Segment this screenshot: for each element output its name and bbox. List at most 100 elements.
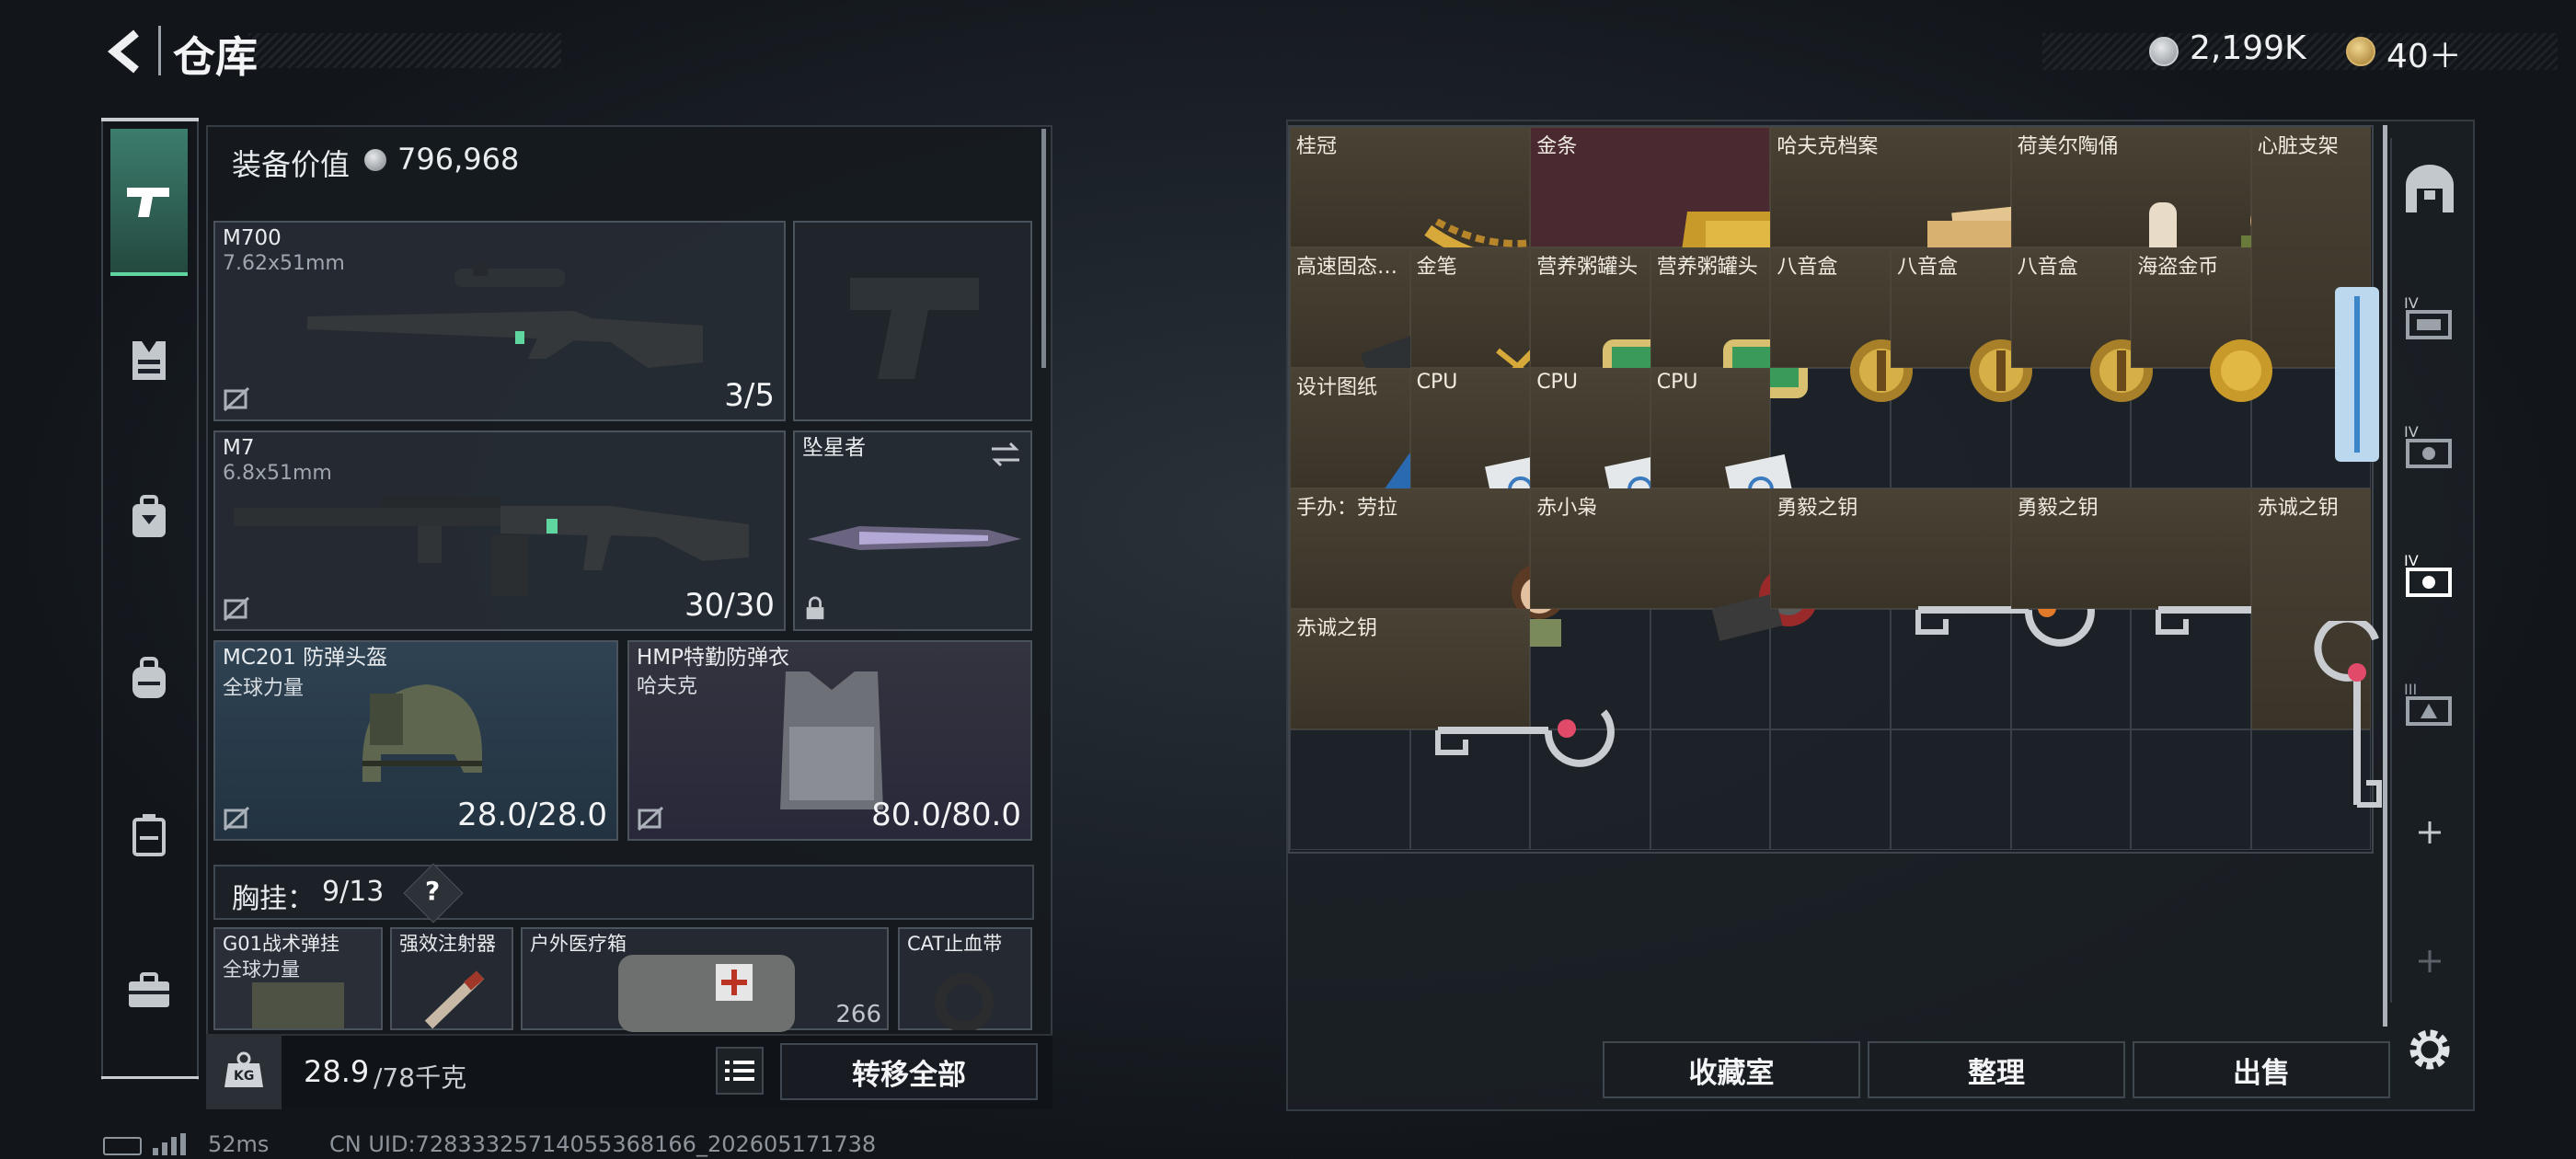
storage-scrollbar[interactable] — [2383, 125, 2387, 1027]
add-storage-button-disabled — [2392, 929, 2467, 993]
storage-item-gold-bar[interactable]: 金条 — [1530, 127, 1844, 276]
tab-armor[interactable] — [110, 327, 188, 395]
list-icon — [725, 1061, 754, 1081]
storage-item-cpu[interactable]: CPU — [1650, 368, 1798, 525]
storage-item-music-box[interactable]: 八音盒 — [1770, 247, 1913, 402]
grid-cell[interactable] — [1650, 729, 1771, 850]
gear-icon — [2409, 1029, 2450, 1070]
sell-button[interactable]: 出售 — [2133, 1041, 2390, 1098]
item-label: CPU — [1536, 371, 1578, 394]
storage-tab-home[interactable] — [2392, 156, 2467, 221]
primary-weapon-slot-1[interactable]: M700 7.62x51mm 3/5 — [213, 221, 786, 421]
helmet-slot[interactable]: MC201 防弹头盔 全球力量 28.0/28.0 — [213, 640, 618, 841]
no-insure-icon — [223, 806, 250, 832]
tab-backpack[interactable] — [110, 483, 188, 551]
transfer-all-button[interactable]: 转移全部 — [780, 1043, 1038, 1100]
storage-item-lara-figure[interactable]: 手办：劳拉 — [1290, 488, 1567, 647]
grid-cell[interactable] — [1290, 729, 1410, 850]
item-label: CPU — [1656, 371, 1698, 394]
storage-item-key-loyalty[interactable]: 赤诚之钥 — [2250, 488, 2383, 808]
storage-item-can[interactable]: 营养粥罐头 — [1650, 247, 1809, 398]
armor-slot[interactable]: HMP特勤防弹衣 哈夫克 80.0/80.0 — [627, 640, 1032, 841]
settings-button[interactable] — [2392, 1017, 2467, 1082]
knife-image — [808, 526, 1021, 550]
storage-item-cpu[interactable]: CPU — [1530, 368, 1677, 525]
rig-item-tourniquet[interactable]: CAT止血带 — [898, 927, 1032, 1030]
medkit-image — [618, 955, 795, 1032]
item-label: 桂冠 — [1296, 135, 1338, 158]
pistol-slot[interactable] — [793, 221, 1032, 421]
tab-bag[interactable] — [110, 644, 188, 712]
sort-button[interactable]: 整理 — [1868, 1041, 2125, 1098]
panel-scrollbar[interactable] — [1041, 129, 1046, 368]
grid-cell[interactable] — [1891, 729, 2011, 850]
pistol-icon — [127, 188, 169, 217]
storage-iii-icon: III — [2404, 681, 2452, 726]
grid-cell[interactable] — [2131, 729, 2251, 850]
melee-slot[interactable]: 坠星者 — [793, 430, 1032, 631]
storage-item-pirate-coin[interactable]: 海盗金币 — [2131, 247, 2273, 402]
storage-item-gold-pen[interactable]: 金笔 — [1409, 247, 1556, 399]
item-label: 海盗金币 — [2137, 256, 2219, 279]
add-storage-button[interactable] — [2392, 800, 2467, 865]
storage-item-cpu[interactable]: CPU — [1409, 368, 1557, 525]
item-label: 八音盒 — [2017, 256, 2078, 279]
battery-icon — [103, 1137, 142, 1155]
rig-vest-image — [252, 982, 344, 1028]
storage-item-key-loyalty[interactable]: 赤诚之钥 — [1290, 609, 1615, 767]
storage-tab-4a[interactable]: IV — [2392, 285, 2467, 350]
primary-weapon-slot-2[interactable]: M7 6.8x51mm 30/30 — [213, 430, 786, 631]
storage-item-blueprint[interactable]: 设计图纸 — [1290, 368, 1427, 526]
equipment-value: 796,968 — [397, 142, 520, 177]
grid-cell[interactable] — [1770, 729, 1891, 850]
rig-item-injector[interactable]: 强效注射器 — [390, 927, 513, 1030]
svg-text:IV: IV — [2404, 552, 2419, 569]
armor-brand: 哈夫克 — [637, 675, 698, 698]
help-icon: ? — [425, 876, 441, 906]
item-label: 金笔 — [1416, 256, 1457, 279]
helmet-durability: 28.0/28.0 — [457, 797, 607, 833]
back-arrow-icon — [107, 29, 139, 74]
rig-item-name: CAT止血带 — [907, 933, 1003, 955]
collection-button[interactable]: 收藏室 — [1603, 1041, 1860, 1098]
rifle-image — [307, 263, 703, 368]
storage-item-can[interactable]: 营养粥罐头 — [1530, 247, 1688, 398]
armor-durability: 80.0/80.0 — [871, 797, 1021, 833]
storage-item-music-box[interactable]: 八音盒 — [1891, 247, 2033, 402]
item-label: 赤诚之钥 — [2257, 497, 2339, 520]
rig-item-name: 强效注射器 — [399, 933, 496, 955]
storage-tab-4b[interactable]: IV — [2392, 414, 2467, 478]
storage-tab-3[interactable]: III — [2392, 671, 2467, 736]
storage-item-music-box[interactable]: 八音盒 — [2010, 247, 2153, 402]
tab-toolbox[interactable] — [110, 957, 188, 1025]
injector-image — [424, 970, 485, 1029]
list-view-button[interactable] — [716, 1047, 764, 1095]
rig-item-name: G01战术弹挂 — [223, 933, 339, 955]
tab-weapons[interactable] — [110, 129, 188, 276]
rig-item-vest[interactable]: G01战术弹挂 全球力量 — [213, 927, 383, 1030]
vault-icon — [2406, 165, 2454, 212]
grid-cell[interactable] — [2010, 729, 2132, 850]
storage-tab-4c[interactable]: IV — [2392, 543, 2467, 607]
storage-item-figurine[interactable]: 荷美尔陶俑 — [2010, 127, 2297, 281]
signal-icon — [151, 1133, 197, 1157]
medkit-value: 266 — [835, 1001, 881, 1028]
storage-item-file[interactable]: 哈夫克档案 — [1770, 127, 2087, 285]
storage-item-laurel[interactable]: 桂冠 — [1290, 127, 1608, 268]
item-label: 八音盒 — [1897, 256, 1959, 279]
storage-item-ssd[interactable]: 高速固态… — [1290, 247, 1441, 406]
storage-item-key-courage[interactable]: 勇毅之钥 — [1770, 488, 2095, 647]
svg-text:IV: IV — [2404, 294, 2419, 312]
back-button[interactable] — [101, 26, 147, 77]
item-label: 设计图纸 — [1296, 376, 1378, 399]
item-label: 八音盒 — [1777, 256, 1838, 279]
storage-item-key-courage[interactable]: 勇毅之钥 — [2010, 488, 2336, 647]
storage-item-owl[interactable]: 赤小枭 — [1530, 488, 1818, 641]
item-label: 手办：劳拉 — [1296, 497, 1398, 520]
tab-case[interactable] — [110, 800, 188, 868]
currency-coins: 2,199K — [2190, 29, 2306, 67]
plus-icon — [2419, 821, 2441, 843]
rig-item-medkit[interactable]: 户外医疗箱 266 — [521, 927, 889, 1032]
item-label: 营养粥罐头 — [1536, 256, 1639, 279]
currency-premium[interactable]: 40＋ — [2386, 29, 2462, 77]
